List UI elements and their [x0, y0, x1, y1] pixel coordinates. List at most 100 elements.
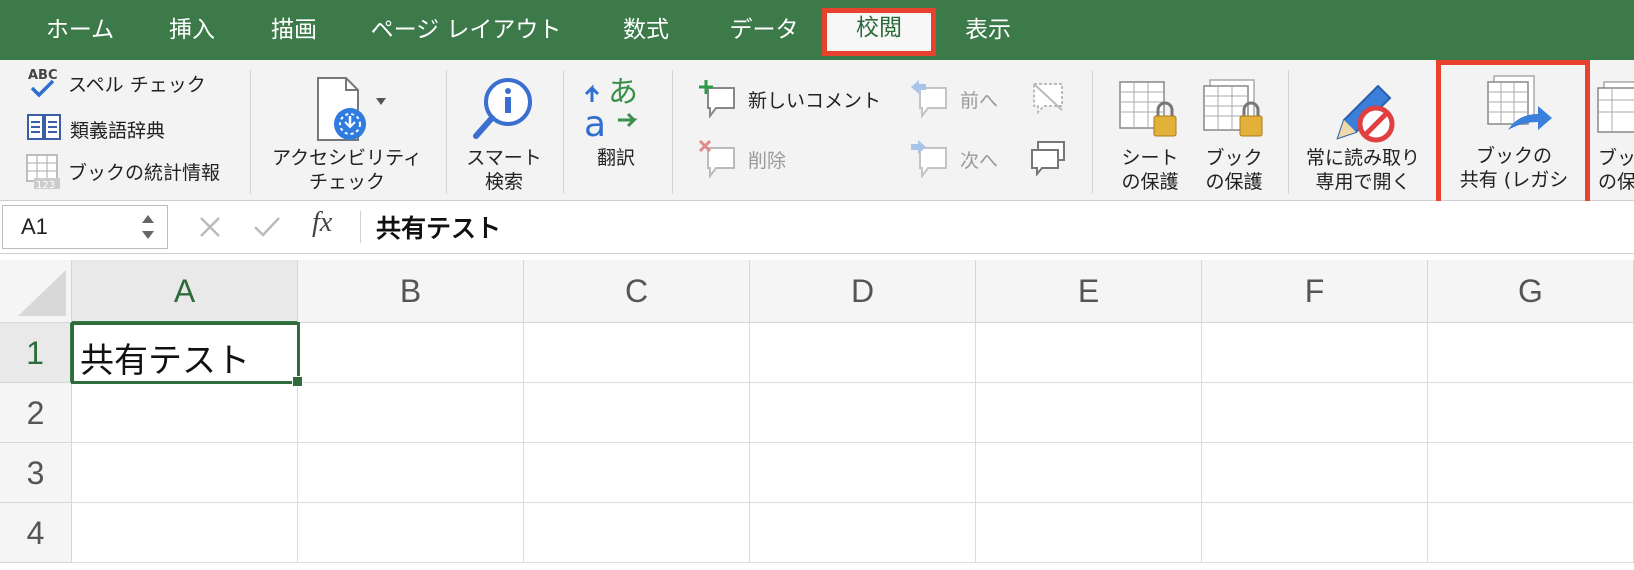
previous-comment-button[interactable]: 前へ [910, 78, 1010, 118]
book-icon [27, 114, 61, 140]
cell-c3[interactable] [524, 443, 750, 503]
tab-insert[interactable]: 挿入 [150, 10, 234, 50]
column-header-c[interactable]: C [524, 260, 750, 323]
cell-b1[interactable] [298, 323, 524, 383]
protect-workbook-button[interactable]: ブック の保護 [1192, 66, 1276, 196]
cell-f3[interactable] [1202, 443, 1428, 503]
ribbon-separator [672, 70, 673, 194]
spellcheck-button[interactable]: ABC スペル チェック [26, 66, 246, 102]
cell-f1[interactable] [1202, 323, 1428, 383]
workbook-statistics-button[interactable]: 123 ブックの統計情報 [26, 154, 246, 190]
cell-e4[interactable] [976, 503, 1202, 563]
cell-a3[interactable] [72, 443, 298, 503]
accessibility-label-line2: チェック [308, 171, 385, 193]
row-header-4[interactable]: 4 [0, 503, 72, 563]
show-all-comments-icon[interactable] [1030, 140, 1066, 176]
cell-g1[interactable] [1428, 323, 1634, 383]
sheet-lock-icon [1119, 81, 1177, 137]
ribbon-review: ABC スペル チェック 類義語辞典 123 ブックの統計情報 アクセシビリティ… [0, 60, 1634, 206]
cell-a4[interactable] [72, 503, 298, 563]
tab-draw[interactable]: 描画 [252, 10, 336, 50]
cell-a1-value: 共有テスト [80, 341, 250, 381]
cell-e2[interactable] [976, 383, 1202, 443]
cell-e1[interactable] [976, 323, 1202, 383]
pencil-prohibited-icon [1336, 84, 1395, 143]
spellcheck-label: スペル チェック [68, 74, 206, 96]
tab-view[interactable]: 表示 [946, 10, 1030, 50]
cell-a2[interactable] [72, 383, 298, 443]
fill-handle[interactable] [292, 376, 303, 387]
row-header-1[interactable]: 1 [0, 323, 72, 383]
cell-g3[interactable] [1428, 443, 1634, 503]
insert-function-icon[interactable]: fx [312, 207, 332, 239]
cell-g2[interactable] [1428, 383, 1634, 443]
cell-b3[interactable] [298, 443, 524, 503]
tab-home[interactable]: ホーム [28, 10, 132, 50]
column-header-a[interactable]: A [72, 260, 298, 323]
protect-sheet-button[interactable]: シート の保護 [1108, 66, 1192, 196]
protect-and-share-workbook-button[interactable]: ブッ の保 [1594, 66, 1634, 196]
translate-button[interactable]: あ a 翻訳 [572, 66, 660, 196]
truncated-label-line1: ブッ [1598, 147, 1634, 169]
name-box[interactable]: A1 [2, 205, 168, 249]
accessibility-check-button[interactable]: アクセシビリティ チェック [262, 66, 432, 196]
svg-text:あ: あ [608, 75, 638, 110]
tab-page-layout[interactable]: ページ レイアウト [356, 10, 576, 50]
cell-a1[interactable]: 共有テスト [71, 322, 303, 387]
tab-review[interactable]: 校閲 [822, 8, 936, 56]
smart-lookup-label: スマート 検索 [456, 146, 552, 194]
cell-d1[interactable] [750, 323, 976, 383]
cell-b4[interactable] [298, 503, 524, 563]
ribbon-tab-bar: ホーム 挿入 描画 ページ レイアウト 数式 データ 校閲 表示 [0, 0, 1634, 60]
highlight-box-share-workbook [1436, 60, 1590, 206]
always-open-read-only-button[interactable]: 常に読み取り 専用で開く [1298, 66, 1428, 196]
smart-lookup-label-line2: 検索 [484, 171, 523, 193]
cell-c4[interactable] [524, 503, 750, 563]
column-header-b[interactable]: B [298, 260, 524, 323]
ribbon-separator [563, 70, 564, 194]
cell-d3[interactable] [750, 443, 976, 503]
ribbon-separator [250, 70, 251, 194]
cell-d4[interactable] [750, 503, 976, 563]
cell-f2[interactable] [1202, 383, 1428, 443]
enter-check-icon[interactable] [252, 213, 282, 241]
column-header-f[interactable]: F [1202, 260, 1428, 323]
cell-b2[interactable] [298, 383, 524, 443]
cell-g4[interactable] [1428, 503, 1634, 563]
new-comment-label: 新しいコメント [748, 90, 882, 112]
tab-formulas[interactable]: 数式 [604, 10, 688, 50]
thesaurus-button[interactable]: 類義語辞典 [26, 110, 246, 146]
name-box-stepper-icon[interactable] [139, 210, 157, 244]
truncated-label-line2: の保 [1598, 171, 1634, 193]
formula-input[interactable]: 共有テスト [376, 209, 501, 245]
delete-comment-icon [698, 139, 735, 178]
cell-f4[interactable] [1202, 503, 1428, 563]
column-header-e[interactable]: E [976, 260, 1202, 323]
select-all-triangle-icon [18, 270, 66, 316]
cell-c1[interactable] [524, 323, 750, 383]
cancel-icon[interactable] [196, 213, 224, 241]
workbook-lock-icon [1203, 79, 1263, 137]
name-box-value: A1 [21, 214, 48, 239]
cell-c2[interactable] [524, 383, 750, 443]
hide-comment-icon[interactable] [1030, 80, 1066, 116]
cell-d2[interactable] [750, 383, 976, 443]
next-comment-button[interactable]: 次へ [910, 138, 1010, 178]
row-header-3[interactable]: 3 [0, 443, 72, 503]
new-comment-button[interactable]: 新しいコメント [698, 78, 888, 118]
tab-data[interactable]: データ [712, 10, 816, 50]
cell-e3[interactable] [976, 443, 1202, 503]
select-all-corner[interactable] [0, 260, 72, 323]
formula-bar-divider [360, 211, 361, 243]
column-header-d[interactable]: D [750, 260, 976, 323]
smart-lookup-button[interactable]: スマート 検索 [456, 66, 552, 196]
workbook-icon-truncated [1597, 81, 1634, 133]
column-header-g[interactable]: G [1428, 260, 1634, 323]
formula-bar: A1 fx 共有テスト [0, 201, 1634, 254]
protect-workbook-label-line2: の保護 [1205, 171, 1263, 193]
delete-comment-button[interactable]: 削除 [698, 138, 818, 178]
ribbon-separator [1288, 70, 1289, 194]
protect-workbook-label: ブック の保護 [1192, 146, 1276, 194]
accessibility-document-icon [317, 77, 386, 141]
row-header-2[interactable]: 2 [0, 383, 72, 443]
